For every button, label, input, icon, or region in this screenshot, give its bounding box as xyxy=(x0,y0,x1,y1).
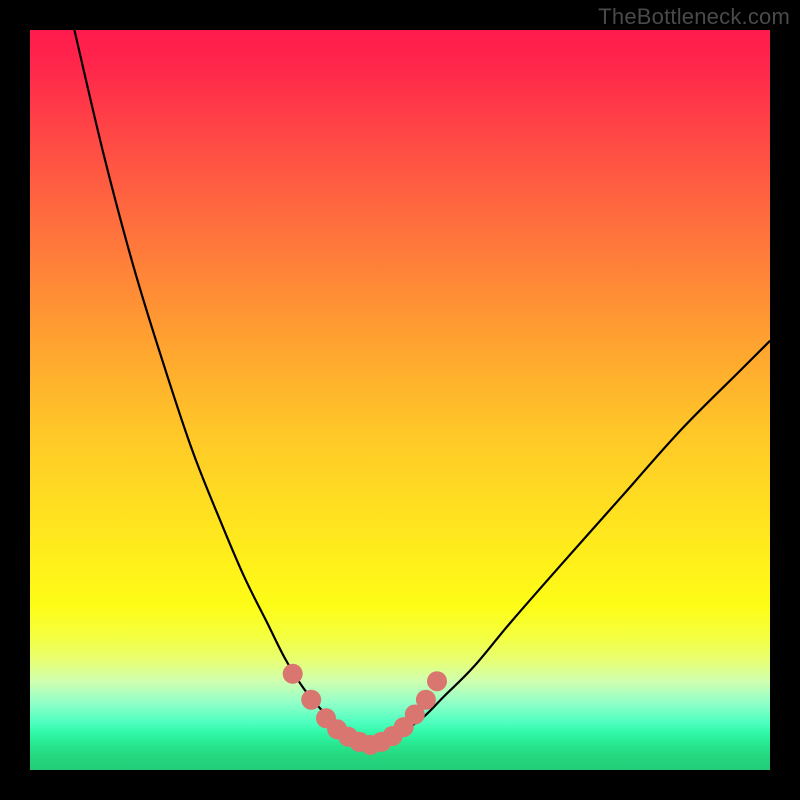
data-marker xyxy=(283,664,303,684)
data-marker xyxy=(416,690,436,710)
chart-container: TheBottleneck.com xyxy=(0,0,800,800)
data-marker xyxy=(301,690,321,710)
watermark-text: TheBottleneck.com xyxy=(598,4,790,30)
plot-area xyxy=(30,30,770,770)
marker-group xyxy=(283,664,447,755)
curve-left-branch xyxy=(74,30,370,745)
curve-layer xyxy=(30,30,770,770)
data-marker xyxy=(427,671,447,691)
